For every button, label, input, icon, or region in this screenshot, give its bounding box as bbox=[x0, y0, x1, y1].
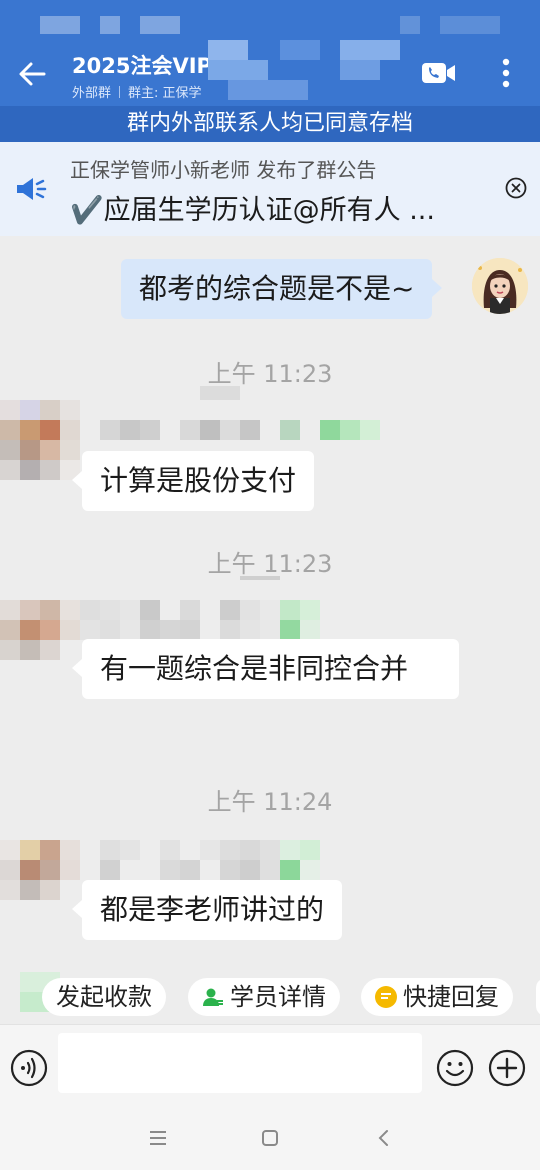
archive-consent-notice: 群内外部联系人均已同意存档 bbox=[0, 106, 540, 142]
student-details-chip[interactable]: 学员详情 bbox=[188, 978, 340, 1016]
video-call-icon bbox=[422, 63, 455, 83]
megaphone-icon bbox=[17, 178, 47, 200]
status-bar-mosaic bbox=[440, 16, 500, 34]
external-group-tag: 外部群 bbox=[72, 86, 112, 101]
more-chip[interactable] bbox=[536, 978, 540, 1016]
avatar[interactable] bbox=[0, 400, 80, 480]
menu-icon bbox=[150, 1131, 166, 1145]
title-mosaic bbox=[340, 60, 380, 80]
collect-payment-label: 发起收款 bbox=[56, 983, 152, 1011]
message-bubble-incoming[interactable]: 有一题综合是非同控合并 bbox=[72, 639, 459, 699]
app-bar: 2025注会VIP 外部群 群主: 正保学 bbox=[0, 40, 540, 106]
status-bar-mosaic bbox=[400, 16, 420, 34]
message-bubble-incoming[interactable]: 计算是股份支付 bbox=[71, 451, 315, 511]
quick-reply-chip[interactable]: 快捷回复 bbox=[361, 978, 513, 1016]
user-avatar-icon bbox=[472, 258, 528, 314]
title-mosaic bbox=[208, 40, 248, 60]
home-button[interactable] bbox=[256, 1124, 284, 1152]
group-announcement-banner[interactable]: 正保学管师小新老师 发布了群公告 ✔️应届生学历认证@所有人 ... bbox=[0, 142, 540, 236]
sender-name-mosaic bbox=[80, 600, 320, 620]
title-mosaic bbox=[208, 60, 268, 80]
avatar[interactable] bbox=[0, 600, 80, 680]
more-options-button[interactable] bbox=[490, 54, 522, 92]
plus-icon bbox=[488, 1049, 526, 1087]
sender-name-mosaic bbox=[100, 420, 380, 440]
message-bubble-incoming[interactable]: 都是李老师讲过的 bbox=[71, 880, 343, 940]
message-input[interactable] bbox=[58, 1033, 422, 1093]
student-details-label: 学员详情 bbox=[230, 983, 326, 1011]
recent-apps-button[interactable] bbox=[144, 1124, 172, 1152]
quick-actions-bar: 发起收款 学员详情 快捷回复 bbox=[0, 972, 540, 1024]
system-back-button[interactable] bbox=[370, 1124, 398, 1152]
sender-name-mosaic bbox=[100, 840, 320, 860]
back-chevron-icon bbox=[378, 1130, 388, 1146]
message-bubble-outgoing[interactable]: 都考的综合题是不是~ bbox=[121, 259, 443, 319]
group-subtitle: 外部群 群主: 正保学 bbox=[72, 82, 202, 101]
avatar[interactable] bbox=[472, 258, 528, 314]
status-bar-mosaic bbox=[100, 16, 120, 34]
title-mosaic bbox=[340, 40, 400, 60]
status-bar-mosaic bbox=[40, 16, 80, 34]
close-circle-icon bbox=[505, 177, 527, 199]
home-square-icon bbox=[262, 1130, 278, 1146]
announcement-author: 正保学管师小新老师 发布了群公告 bbox=[70, 158, 377, 182]
group-title[interactable]: 2025注会VIP bbox=[72, 50, 212, 80]
sender-name-mosaic bbox=[100, 860, 320, 880]
voice-input-button[interactable] bbox=[10, 1049, 48, 1087]
status-bar bbox=[0, 0, 540, 40]
system-navigation-bar bbox=[0, 1106, 540, 1170]
close-announcement-button[interactable] bbox=[504, 176, 528, 200]
more-vertical-icon bbox=[502, 58, 510, 88]
more-actions-button[interactable] bbox=[488, 1049, 526, 1087]
title-mosaic bbox=[280, 40, 320, 60]
message-timestamp: 上午 11:23 bbox=[207, 360, 333, 388]
back-button[interactable] bbox=[14, 56, 50, 92]
quick-reply-label: 快捷回复 bbox=[403, 983, 499, 1011]
chat-header: 2025注会VIP 外部群 群主: 正保学 群内外部联系人均已同意存档 bbox=[0, 0, 540, 142]
message-timestamp: 上午 11:24 bbox=[207, 788, 333, 816]
student-profile-icon bbox=[202, 986, 224, 1008]
avatar[interactable] bbox=[0, 840, 80, 920]
sender-name-mosaic bbox=[80, 620, 320, 640]
announcement-text: ✔️应届生学历认证@所有人 ... bbox=[70, 195, 435, 226]
timestamp-mosaic bbox=[200, 386, 240, 400]
status-bar-mosaic bbox=[140, 16, 180, 34]
message-input-bar bbox=[0, 1024, 540, 1106]
quick-reply-icon bbox=[375, 986, 397, 1008]
divider bbox=[119, 85, 121, 98]
timestamp-mosaic bbox=[240, 576, 280, 580]
group-owner-label: 群主: 正保学 bbox=[128, 86, 202, 101]
message-timestamp: 上午 11:23 bbox=[207, 550, 333, 578]
emoji-button[interactable] bbox=[436, 1049, 474, 1087]
emoji-icon bbox=[436, 1049, 474, 1087]
collect-payment-chip[interactable]: 发起收款 bbox=[42, 978, 166, 1016]
video-call-button[interactable] bbox=[420, 56, 458, 90]
back-arrow-icon bbox=[19, 62, 46, 86]
title-mosaic bbox=[228, 80, 308, 100]
voice-input-icon bbox=[10, 1049, 48, 1087]
